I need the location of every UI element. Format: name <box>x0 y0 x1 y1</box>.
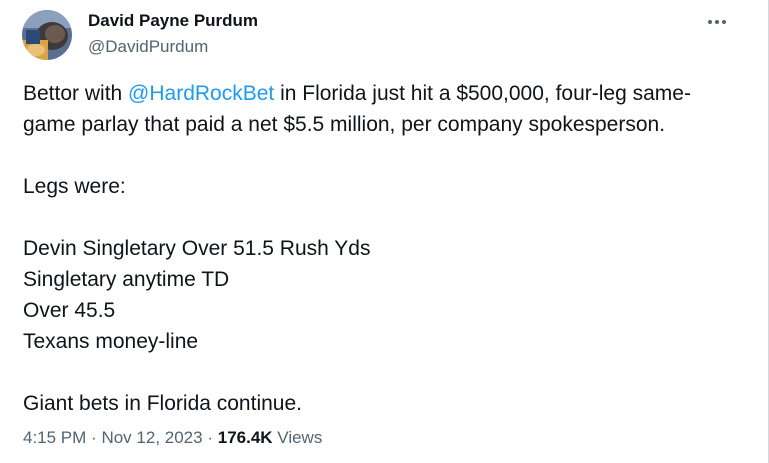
tweet-date[interactable]: Nov 12, 2023 <box>101 428 202 447</box>
ellipsis-icon <box>708 20 726 24</box>
tweet-card: David Payne Purdum @DavidPurdum Bettor w… <box>0 0 769 463</box>
leg-item: Texans money-line <box>23 330 199 353</box>
leg-item: Singletary anytime TD <box>23 268 230 291</box>
leg-item: Over 45.5 <box>23 299 116 322</box>
tweet-line-1-suffix: in Florida just hit a $500,000, four-leg… <box>274 82 691 105</box>
avatar-image <box>22 10 72 60</box>
author-handle[interactable]: @DavidPurdum <box>88 37 208 57</box>
tweet-line-1: Bettor with @HardRockBet in Florida just… <box>23 78 743 109</box>
mention-link[interactable]: @HardRockBet <box>128 82 274 105</box>
views-label: Views <box>277 428 323 447</box>
legs-heading: Legs were: <box>23 175 126 198</box>
meta-separator: · <box>91 428 97 447</box>
tweet-meta: 4:15 PM · Nov 12, 2023 · 176.4K Views <box>23 428 322 448</box>
tweet-text: Bettor with @HardRockBet in Florida just… <box>23 78 743 419</box>
more-options-button[interactable] <box>700 8 734 36</box>
leg-item: Devin Singletary Over 51.5 Rush Yds <box>23 237 371 260</box>
meta-separator: · <box>207 428 213 447</box>
author-display-name[interactable]: David Payne Purdum <box>88 11 258 31</box>
tweet-line-2: game parlay that paid a net $5.5 million… <box>23 113 666 136</box>
tweet-line-1-prefix: Bettor with <box>23 82 129 105</box>
views-count: 176.4K <box>217 428 273 447</box>
avatar[interactable] <box>22 10 72 60</box>
tweet-time[interactable]: 4:15 PM <box>23 428 86 447</box>
closing-line: Giant bets in Florida continue. <box>23 392 302 415</box>
